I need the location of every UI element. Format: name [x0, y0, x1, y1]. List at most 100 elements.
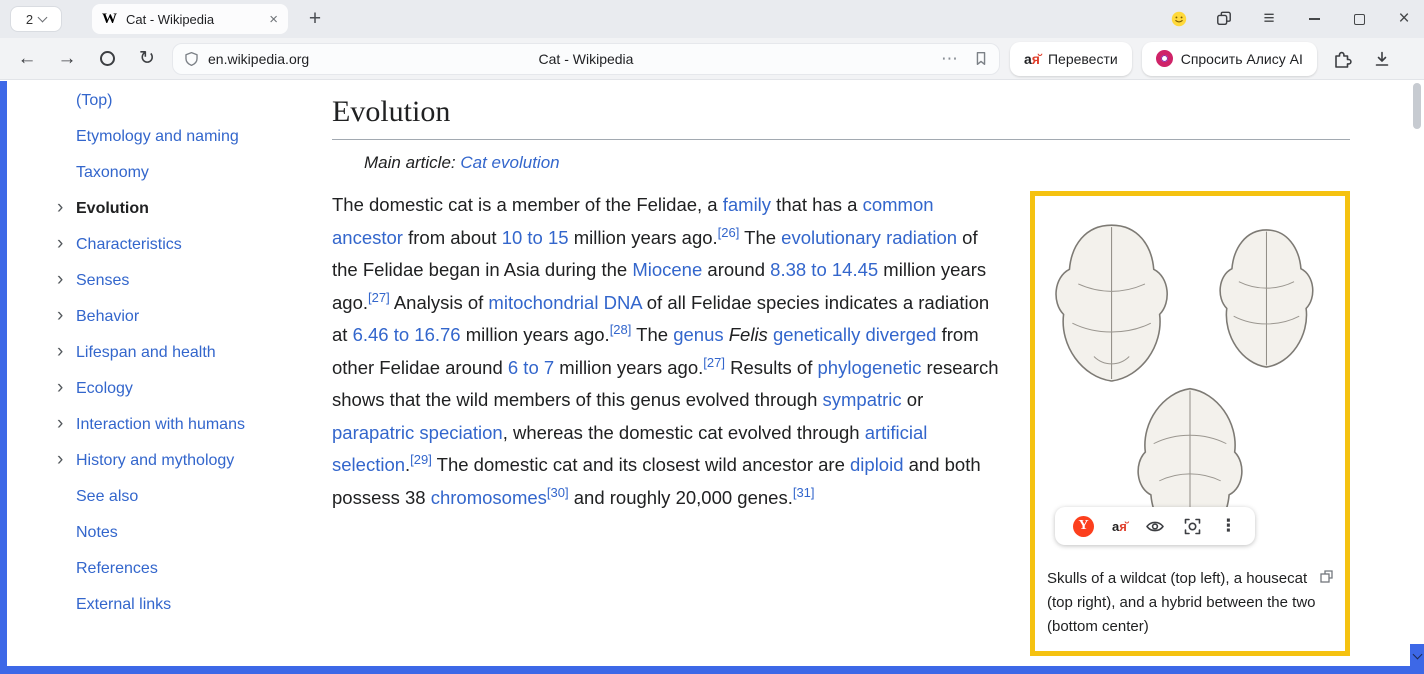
side-panel-icon[interactable]: [1216, 11, 1232, 27]
toc-item[interactable]: ›History and mythology: [7, 443, 332, 479]
chevron-right-icon[interactable]: ›: [57, 305, 63, 327]
article-link[interactable]: genus: [673, 324, 723, 345]
skulls-figure[interactable]: Y ая̆ ⋮: [1030, 191, 1350, 656]
window-close-button[interactable]: ×: [1396, 11, 1412, 27]
chevron-right-icon[interactable]: ›: [57, 233, 63, 255]
downloads-button[interactable]: [1367, 44, 1397, 74]
article-link[interactable]: 6 to 7: [508, 357, 554, 378]
image-search-icon[interactable]: [1183, 517, 1202, 536]
yandex-home-button[interactable]: [92, 44, 122, 74]
chevron-right-icon[interactable]: ›: [57, 377, 63, 399]
toc-item[interactable]: ›Senses: [7, 263, 332, 299]
ask-alice-button[interactable]: Спросить Алису AI: [1142, 42, 1317, 76]
cat-skulls-drawing: [1043, 204, 1337, 559]
toc-item-label: (Top): [76, 92, 112, 110]
paragraph-text: million years ago.: [569, 227, 718, 248]
browser-tab[interactable]: W Cat - Wikipedia ×: [92, 4, 288, 34]
chevron-right-icon[interactable]: ›: [57, 413, 63, 435]
scrollbar-thumb[interactable]: [1413, 83, 1421, 129]
translate-button[interactable]: ая̆ Перевести: [1010, 42, 1132, 76]
reference-link[interactable]: [31]: [793, 484, 815, 499]
forward-button[interactable]: →: [52, 44, 82, 74]
yandex-search-icon[interactable]: Y: [1073, 516, 1094, 537]
tab-title: Cat - Wikipedia: [126, 12, 260, 27]
article-link[interactable]: diploid: [850, 454, 904, 475]
article-link[interactable]: chromosomes: [431, 487, 547, 508]
reference-link[interactable]: [30]: [547, 484, 569, 499]
kebab-menu-icon[interactable]: ⋮: [1220, 516, 1237, 536]
new-tab-button[interactable]: +: [302, 7, 328, 31]
toc-item[interactable]: › Ecology: [7, 371, 332, 407]
paragraph-text: The: [739, 227, 781, 248]
reference-link[interactable]: [27]: [368, 289, 390, 304]
scroll-down-button[interactable]: [1410, 644, 1424, 666]
hatnote: Main article: Cat evolution: [364, 153, 1350, 173]
menu-icon[interactable]: ≡: [1261, 11, 1277, 27]
toc-item[interactable]: External links: [7, 587, 332, 623]
hatnote-prefix: Main article:: [364, 153, 460, 172]
hatnote-link[interactable]: Cat evolution: [460, 153, 559, 172]
article-link[interactable]: genetically diverged: [773, 324, 937, 345]
reload-button[interactable]: ↻: [132, 44, 162, 74]
skulls-image[interactable]: Y ая̆ ⋮: [1043, 204, 1337, 559]
translate-icon: ая̆: [1024, 51, 1040, 67]
minimize-button[interactable]: [1306, 11, 1322, 27]
paragraph-text: or: [902, 389, 924, 410]
toc-item[interactable]: Taxonomy: [7, 155, 332, 191]
article-link[interactable]: 10 to 15: [502, 227, 569, 248]
toc-item[interactable]: Notes: [7, 515, 332, 551]
article-link[interactable]: mitochondrial DNA: [488, 292, 641, 313]
article-link[interactable]: 6.46 to 16.76: [353, 324, 461, 345]
article-link[interactable]: evolutionary radiation: [781, 227, 957, 248]
toc-item[interactable]: › Interaction with humans: [7, 407, 332, 443]
maximize-button[interactable]: [1351, 11, 1367, 27]
translate-label: Перевести: [1048, 51, 1118, 67]
toc-item[interactable]: Etymology and naming: [7, 119, 332, 155]
tab-close-icon[interactable]: ×: [269, 11, 278, 28]
profile-avatar[interactable]: [1171, 11, 1187, 27]
reference-link[interactable]: [26]: [718, 224, 740, 239]
reference-link[interactable]: [28]: [610, 322, 632, 337]
article-link[interactable]: speciation: [419, 422, 502, 443]
bookmark-icon[interactable]: [973, 50, 989, 67]
eye-icon[interactable]: [1145, 519, 1165, 534]
toc-item[interactable]: See also: [7, 479, 332, 515]
chevron-right-icon[interactable]: ›: [57, 269, 63, 291]
article-link[interactable]: Miocene: [632, 259, 702, 280]
reference-link[interactable]: [27]: [703, 354, 725, 369]
reference-link[interactable]: [29]: [410, 452, 432, 467]
toc-item[interactable]: › Behavior: [7, 299, 332, 335]
article-link[interactable]: phylogenetic: [818, 357, 922, 378]
toc-item[interactable]: › Evolution: [7, 191, 332, 227]
address-bar[interactable]: en.wikipedia.org Cat - Wikipedia ⋯: [172, 43, 1000, 75]
figure-caption: Skulls of a wildcat (top left), a housec…: [1035, 559, 1345, 651]
back-button[interactable]: ←: [12, 44, 42, 74]
toc-item-label: Etymology and naming: [76, 128, 239, 146]
toc-item[interactable]: (Top): [7, 83, 332, 119]
tab-bar: 2 W Cat - Wikipedia × + ≡ ×: [0, 0, 1424, 38]
translate-image-icon[interactable]: ая̆: [1112, 519, 1127, 534]
scrollbar[interactable]: [1410, 81, 1424, 666]
chevron-right-icon[interactable]: ›: [57, 197, 63, 219]
toc-item[interactable]: References: [7, 551, 332, 587]
smiley-face-icon: [1171, 9, 1187, 29]
toc-item[interactable]: ›Lifespan and health: [7, 335, 332, 371]
paragraph-text: that has a: [771, 194, 863, 215]
toc-item[interactable]: ›Characteristics: [7, 227, 332, 263]
article-link[interactable]: 8.38 to 14.45: [770, 259, 878, 280]
caption-text: Skulls of a wildcat (top left), a housec…: [1047, 570, 1316, 635]
toc-item-label: Evolution: [76, 200, 149, 218]
article-link[interactable]: sympatric: [823, 389, 902, 410]
toc-item-label: Interaction with humans: [76, 416, 245, 434]
tab-list-button[interactable]: 2: [10, 6, 62, 32]
toc-item-label: Notes: [76, 524, 118, 542]
extensions-button[interactable]: [1327, 44, 1357, 74]
site-more-icon[interactable]: ⋯: [941, 49, 959, 69]
chevron-right-icon[interactable]: ›: [57, 449, 63, 471]
toc-item-label: Ecology: [76, 380, 133, 398]
toc-item-label: Behavior: [76, 308, 139, 326]
article-link[interactable]: family: [723, 194, 771, 215]
enlarge-icon[interactable]: [1320, 570, 1333, 583]
article-link[interactable]: parapatric: [332, 422, 414, 443]
chevron-right-icon[interactable]: ›: [57, 341, 63, 363]
